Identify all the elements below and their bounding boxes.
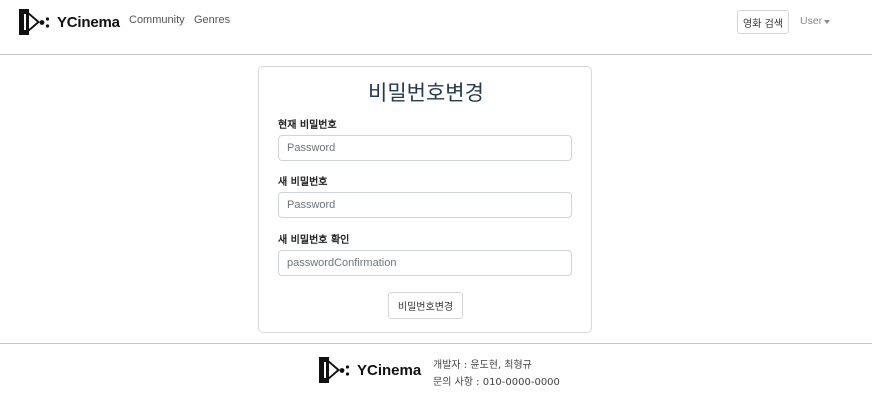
brand-link[interactable]: YCinema	[18, 8, 120, 36]
brand-name: YCinema	[57, 13, 120, 31]
nav-community-link[interactable]: Community	[129, 14, 185, 26]
caret-down-icon	[824, 19, 831, 24]
footer-developers: 개발자 : 윤도현, 최형규	[433, 360, 532, 371]
current-password-label: 현재 비밀번호	[278, 120, 337, 131]
ycinema-logo-icon	[319, 357, 350, 383]
movie-search-button[interactable]: 영화 검색	[737, 10, 789, 34]
new-password-input[interactable]	[278, 192, 572, 218]
footer-contact: 문의 사항 : 010-0000-0000	[433, 377, 560, 388]
user-dropdown-toggle[interactable]: User	[800, 15, 831, 27]
footer-brand: YCinema	[318, 356, 421, 384]
footer: YCinema 개발자 : 윤도현, 최형규 문의 사항 : 010-0000-…	[0, 343, 872, 406]
user-dropdown-label: User	[800, 15, 823, 27]
ycinema-logo-icon	[19, 9, 50, 35]
confirm-password-label: 새 비밀번호 확인	[278, 235, 350, 246]
top-navbar: YCinema Community Genres 영화 검색 User	[0, 0, 872, 55]
page-title: 비밀번호변경	[368, 81, 484, 105]
nav-genres-link[interactable]: Genres	[194, 14, 230, 26]
new-password-label: 새 비밀번호	[278, 177, 328, 188]
footer-brand-name: YCinema	[357, 361, 422, 379]
confirm-password-input[interactable]	[278, 250, 572, 276]
current-password-input[interactable]	[278, 135, 572, 161]
password-change-card: 비밀번호변경 현재 비밀번호 새 비밀번호 새 비밀번호 확인 비밀번호변경	[258, 66, 592, 333]
change-password-button[interactable]: 비밀번호변경	[388, 292, 463, 319]
